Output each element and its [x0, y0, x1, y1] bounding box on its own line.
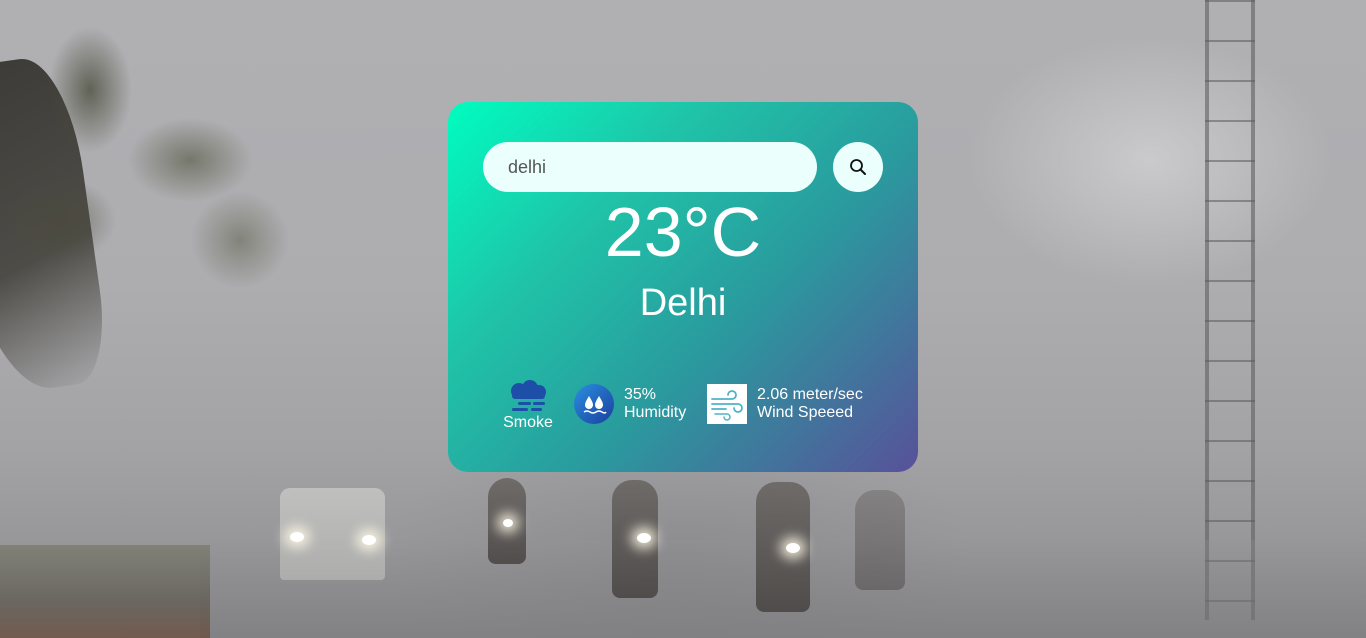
car-headlight-right [362, 535, 376, 545]
wind-speed-label: Wind Speeed [757, 404, 854, 421]
condition-label: Smoke [503, 414, 553, 431]
motorcyclist [612, 480, 658, 598]
humidity-value: 35% [624, 386, 657, 403]
motorcycle-light [786, 543, 800, 553]
pedestrian [855, 490, 905, 590]
motorcyclist [756, 482, 810, 612]
wind-speed-value: 2.06 meter/sec [757, 386, 863, 403]
humidity-detail: 35% Humidity [574, 384, 686, 424]
humidity-label: Humidity [624, 404, 687, 421]
tree-foliage [0, 0, 330, 330]
motorcycle-light [637, 533, 651, 543]
weather-condition: Smoke [500, 380, 556, 432]
search-button[interactable] [833, 142, 883, 192]
car-headlight-left [290, 532, 304, 542]
weather-card: 23°C Delhi Smoke [448, 102, 918, 472]
search-input[interactable] [483, 142, 817, 192]
humidity-icon [574, 384, 614, 424]
roadside-hedge [0, 545, 210, 638]
city-name: Delhi [639, 282, 727, 324]
search-icon [850, 159, 866, 175]
power-pylon [1205, 0, 1255, 620]
wind-detail: 2.06 meter/sec Wind Speeed [707, 384, 863, 424]
temperature: 23°C [604, 193, 762, 271]
wind-icon [707, 384, 747, 424]
smoke-icon [511, 380, 546, 411]
motorcycle-light [503, 519, 513, 527]
